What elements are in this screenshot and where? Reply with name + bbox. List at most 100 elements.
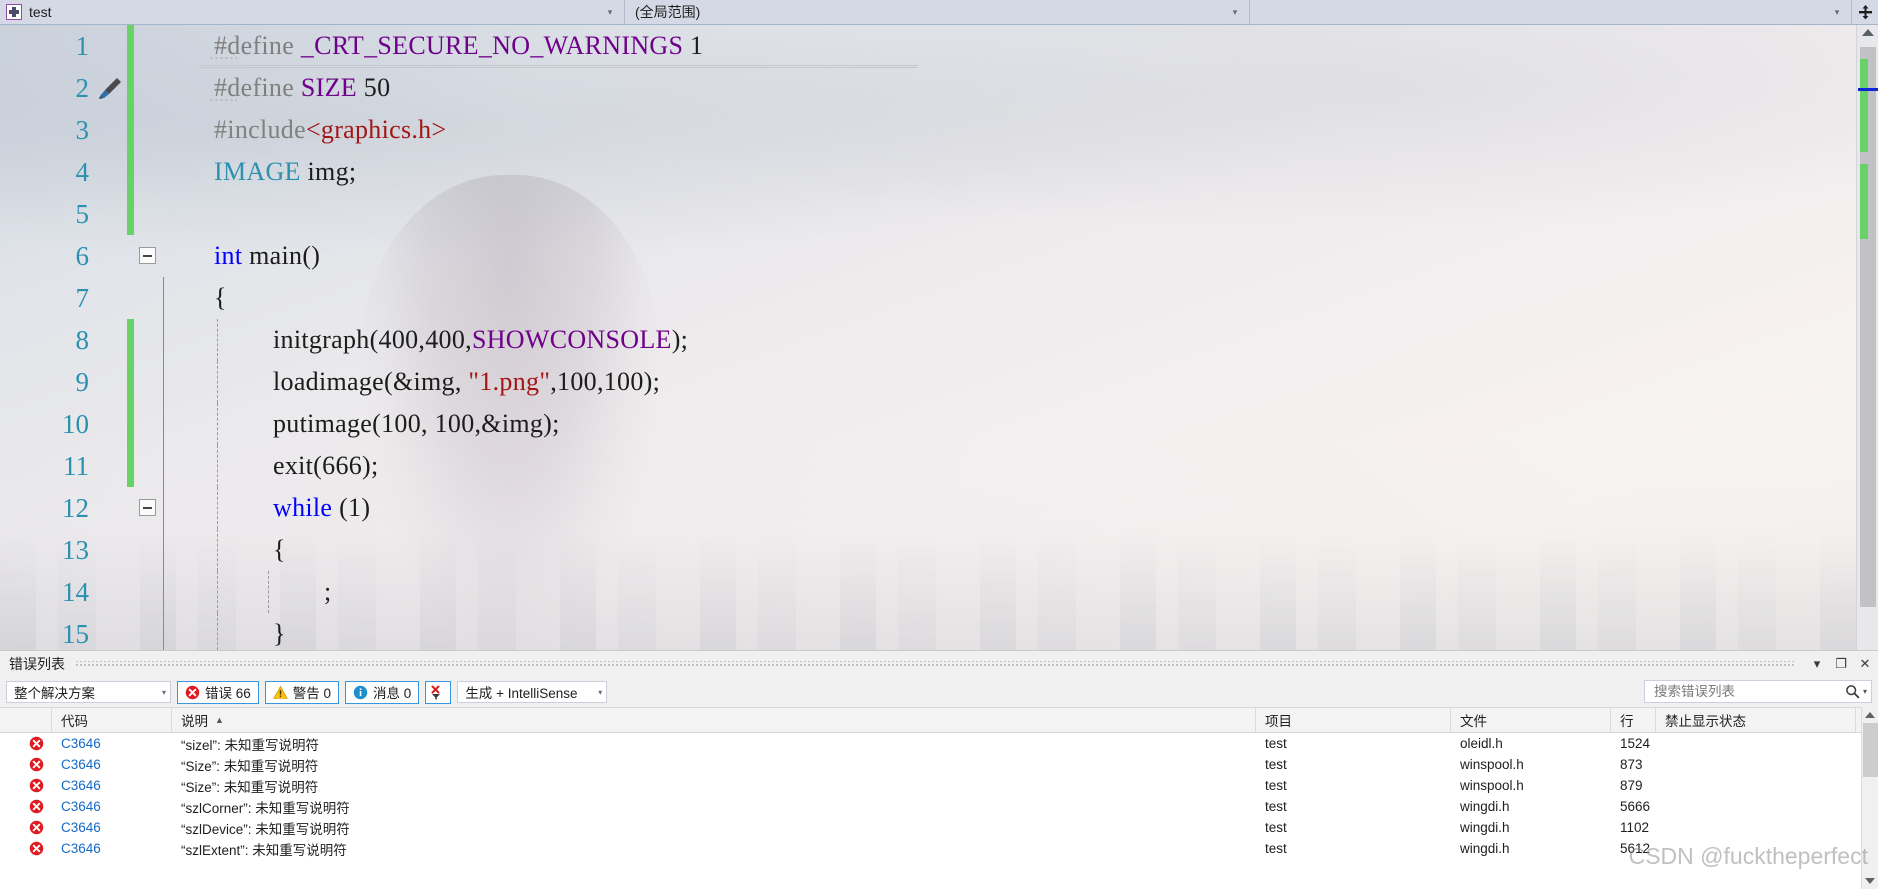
panel-close-icon[interactable]: ✕ xyxy=(1854,653,1876,675)
table-row[interactable]: C3646 “szlExtent”: 未知重写说明符 test wingdi.h 561… xyxy=(0,838,1878,859)
search-options-chevron-icon[interactable]: ▾ xyxy=(1860,687,1867,696)
gutter-icon-area[interactable] xyxy=(95,67,127,109)
gutter-icon-area[interactable] xyxy=(95,277,127,319)
code-text[interactable]: #define SIZE 50 xyxy=(214,67,390,109)
chevron-down-icon[interactable]: ▾ xyxy=(602,7,618,18)
collapse-minus-icon[interactable] xyxy=(139,247,156,264)
panel-float-icon[interactable]: ❐ xyxy=(1830,653,1852,675)
code-line[interactable]: 2 #define SIZE 50 xyxy=(0,67,1878,109)
code-fold-area[interactable] xyxy=(134,109,160,151)
code-text[interactable]: loadimage(&img, "1.png",100,100); xyxy=(273,361,660,403)
gutter-icon-area[interactable] xyxy=(95,25,127,67)
gutter-icon-area[interactable] xyxy=(95,361,127,403)
code-line[interactable]: 9 loadimage(&img, "1.png",100,100); xyxy=(0,361,1878,403)
code-line[interactable]: 15} xyxy=(0,613,1878,650)
code-line[interactable]: 1 #define _CRT_SECURE_NO_WARNINGS 1 xyxy=(0,25,1878,67)
search-error-list-box[interactable]: ▾ xyxy=(1644,680,1872,703)
column-header-line[interactable]: 行 xyxy=(1611,708,1656,732)
messages-toggle-button[interactable]: 消息 0 xyxy=(345,680,420,704)
chevron-down-icon[interactable]: ▾ xyxy=(1227,7,1243,18)
scope-filter-combo[interactable]: 整个解决方案 ▾ xyxy=(6,681,171,703)
code-text[interactable]: { xyxy=(214,277,227,319)
column-header-suppression[interactable]: 禁止显示状态 xyxy=(1656,708,1856,732)
panel-dropdown-icon[interactable]: ▾ xyxy=(1806,653,1828,675)
code-line[interactable]: 3 #include<graphics.h> xyxy=(0,109,1878,151)
scrollbar-thumb[interactable] xyxy=(1863,723,1878,777)
code-hint-dots[interactable] xyxy=(209,56,237,60)
code-text[interactable]: while (1) xyxy=(273,487,370,529)
column-header-severity[interactable] xyxy=(0,708,52,732)
row-code[interactable]: C3646 xyxy=(52,778,172,793)
code-text[interactable]: } xyxy=(273,613,286,650)
code-line[interactable]: 8 initgraph(400,400,SHOWCONSOLE); xyxy=(0,319,1878,361)
code-fold-area[interactable] xyxy=(134,445,160,487)
row-code[interactable]: C3646 xyxy=(52,820,172,835)
row-code[interactable]: C3646 xyxy=(52,736,172,751)
gutter-icon-area[interactable] xyxy=(95,613,127,650)
gutter-icon-area[interactable] xyxy=(95,235,127,277)
errors-toggle-button[interactable]: 错误 66 xyxy=(177,680,259,704)
scope-selector-combo[interactable]: (全局范围) ▾ xyxy=(625,0,1250,24)
column-header-project[interactable]: 项目 xyxy=(1256,708,1451,732)
scroll-down-arrow-icon[interactable] xyxy=(1865,878,1875,884)
row-code[interactable]: C3646 xyxy=(52,799,172,814)
gutter-icon-area[interactable] xyxy=(95,529,127,571)
error-list-grid[interactable]: 代码 说明 ▲ 项目 文件 行 禁止显示状态 C3646 “sizel”: 未知重… xyxy=(0,707,1878,889)
row-code[interactable]: C3646 xyxy=(52,757,172,772)
code-fold-area[interactable] xyxy=(134,319,160,361)
code-fold-area[interactable] xyxy=(134,235,160,277)
member-selector-combo[interactable]: ▾ xyxy=(1250,0,1852,24)
code-line[interactable]: 10 putimage(100, 100,&img); xyxy=(0,403,1878,445)
table-row[interactable]: C3646 “Size”: 未知重写说明符 test winspool.h 873 xyxy=(0,754,1878,775)
code-fold-area[interactable] xyxy=(134,613,160,650)
gutter-icon-area[interactable] xyxy=(95,151,127,193)
gutter-icon-area[interactable] xyxy=(95,193,127,235)
code-line[interactable]: 11 exit(666); xyxy=(0,445,1878,487)
scroll-up-arrow-icon[interactable] xyxy=(1865,712,1875,718)
quick-actions-brush-icon[interactable] xyxy=(95,73,125,103)
gutter-icon-area[interactable] xyxy=(95,403,127,445)
code-text[interactable]: ; xyxy=(324,571,332,613)
code-fold-area[interactable] xyxy=(134,487,160,529)
table-row[interactable]: C3646 “szlDevice”: 未知重写说明符 test wingdi.h 110… xyxy=(0,817,1878,838)
gutter-icon-area[interactable] xyxy=(95,319,127,361)
code-text[interactable]: putimage(100, 100,&img); xyxy=(273,403,560,445)
search-input[interactable] xyxy=(1652,683,1845,700)
gutter-icon-area[interactable] xyxy=(95,109,127,151)
code-line[interactable]: 13 { xyxy=(0,529,1878,571)
code-line[interactable]: 6 int main() xyxy=(0,235,1878,277)
code-fold-area[interactable] xyxy=(134,529,160,571)
code-fold-area[interactable] xyxy=(134,67,160,109)
code-fold-area[interactable] xyxy=(134,25,160,67)
editor-vertical-scrollbar[interactable] xyxy=(1856,25,1878,650)
code-text[interactable]: #include<graphics.h> xyxy=(214,109,446,151)
column-header-description[interactable]: 说明 ▲ xyxy=(172,708,1256,732)
code-text[interactable]: int main() xyxy=(214,235,320,277)
column-header-code[interactable]: 代码 xyxy=(52,708,172,732)
chevron-down-icon[interactable]: ▾ xyxy=(1829,7,1845,18)
code-line[interactable]: 14; xyxy=(0,571,1878,613)
warnings-toggle-button[interactable]: 警告 0 xyxy=(264,680,340,704)
code-text[interactable]: #define _CRT_SECURE_NO_WARNINGS 1 xyxy=(214,25,703,67)
table-row[interactable]: C3646 “szlCorner”: 未知重写说明符 test wingdi.h 566… xyxy=(0,796,1878,817)
code-fold-area[interactable] xyxy=(134,403,160,445)
split-view-icon[interactable] xyxy=(1852,0,1878,24)
collapse-minus-icon[interactable] xyxy=(139,499,156,516)
code-fold-area[interactable] xyxy=(134,361,160,403)
code-text[interactable]: IMAGE img; xyxy=(214,151,356,193)
project-selector-combo[interactable]: test ▾ xyxy=(0,0,625,24)
build-filter-combo[interactable]: 生成 + IntelliSense ▾ xyxy=(457,681,608,703)
code-text[interactable]: initgraph(400,400,SHOWCONSOLE); xyxy=(273,319,688,361)
chevron-down-icon[interactable]: ▾ xyxy=(594,688,602,697)
column-header-file[interactable]: 文件 xyxy=(1451,708,1611,732)
code-text[interactable]: { xyxy=(273,529,286,571)
code-hint-dots[interactable] xyxy=(209,98,237,102)
scroll-up-arrow-icon[interactable] xyxy=(1862,29,1874,36)
code-line[interactable]: 12 while (1) xyxy=(0,487,1878,529)
clear-filter-icon[interactable] xyxy=(425,680,452,704)
code-line[interactable]: 5 xyxy=(0,193,1878,235)
code-line[interactable]: 7{ xyxy=(0,277,1878,319)
code-editor[interactable]: 1 #define _CRT_SECURE_NO_WARNINGS 1 2 #defi… xyxy=(0,25,1878,650)
code-fold-area[interactable] xyxy=(134,151,160,193)
chevron-down-icon[interactable]: ▾ xyxy=(158,688,166,697)
